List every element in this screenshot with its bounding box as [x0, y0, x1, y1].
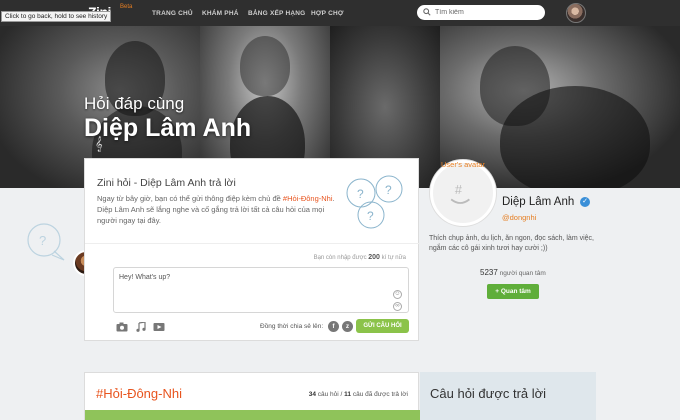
nav-item-ranking[interactable]: BẢNG XẾP HẠNG: [248, 10, 305, 17]
svg-text:?: ?: [385, 183, 392, 197]
account-avatar[interactable]: [566, 3, 586, 23]
nav-item-home[interactable]: TRANG CHỦ: [152, 10, 193, 17]
follow-button[interactable]: + Quan tâm: [487, 284, 539, 299]
question-bubble-icon: ?: [27, 223, 65, 261]
verified-icon: ✓: [580, 197, 590, 207]
question-text[interactable]: Hey! What's up?: [119, 274, 170, 281]
cover-subtitle: Hỏi đáp cùng: [84, 94, 185, 113]
music-note-icon: 𝄞: [95, 136, 103, 151]
topic-card: #Hỏi-Đông-Nhi 34 câu hỏi / 11 câu đã đượ…: [84, 372, 420, 420]
profile-bio: Thích chụp ảnh, du lịch, ăn ngon, đọc sá…: [429, 235, 594, 252]
zing-icon[interactable]: z: [342, 321, 353, 332]
topic-stats: 34 câu hỏi / 11 câu đã được trả lời: [308, 391, 408, 398]
profile-name: Diệp Lâm Anh: [502, 196, 575, 208]
followers-count: 5237 người quan tâm: [480, 268, 546, 277]
facebook-icon[interactable]: f: [328, 321, 339, 332]
svg-text:?: ?: [39, 233, 46, 248]
ask-card-description: Ngay từ bây giờ, bạn có thể gửi thông đi…: [97, 194, 335, 225]
camera-icon[interactable]: [116, 322, 128, 332]
music-icon[interactable]: [135, 322, 147, 332]
share-label: Đồng thời chia sẻ lên:: [260, 323, 324, 330]
topic-hashtag[interactable]: #Hỏi-Đông-Nhi: [96, 386, 182, 401]
sticker-icon[interactable]: ∞: [393, 302, 402, 311]
nav-item-market[interactable]: HỢP CHỢ: [311, 10, 344, 17]
question-bubbles-icon: ? ? ?: [346, 175, 403, 229]
plus-icon: +: [495, 288, 499, 295]
profile-handle[interactable]: @dongnhi: [502, 213, 536, 222]
search-icon[interactable]: [423, 8, 431, 16]
search-box: [417, 5, 545, 20]
avatar-alt-text: User's avatar: [441, 160, 485, 169]
divider: [85, 243, 420, 244]
char-limit-hint: Bạn còn nhập được 200 kí tự nữa: [313, 254, 406, 261]
ask-question-card: Zini hỏi - Diệp Lâm Anh trả lời Ngay từ …: [84, 158, 420, 341]
question-textarea[interactable]: Hey! What's up? ☺ ∞: [113, 267, 409, 313]
profile-avatar[interactable]: #: [430, 160, 496, 226]
emoji-icon[interactable]: ☺: [393, 290, 402, 299]
answered-questions-panel: Câu hỏi được trả lời: [420, 372, 596, 420]
nav-item-explore[interactable]: KHÁM PHÁ: [202, 10, 239, 17]
topic-strip: [85, 410, 420, 420]
cover-title: Diệp Lâm Anh: [84, 114, 252, 142]
send-question-button[interactable]: GỬI CÂU HỎI: [356, 319, 409, 333]
back-tooltip: Click to go back, hold to see history: [1, 11, 112, 22]
svg-text:?: ?: [357, 187, 364, 201]
video-icon[interactable]: [153, 322, 165, 332]
beta-badge: Beta: [120, 4, 133, 10]
svg-text:?: ?: [367, 209, 374, 223]
answered-panel-title: Câu hỏi được trả lời: [430, 386, 547, 401]
search-input[interactable]: [435, 7, 539, 18]
svg-text:#: #: [455, 182, 463, 197]
ask-card-title: Zini hỏi - Diệp Lâm Anh trả lời: [97, 177, 236, 189]
default-avatar-icon: #: [450, 182, 470, 204]
hashtag-link[interactable]: #Hỏi-Đông-Nhi: [283, 194, 333, 203]
